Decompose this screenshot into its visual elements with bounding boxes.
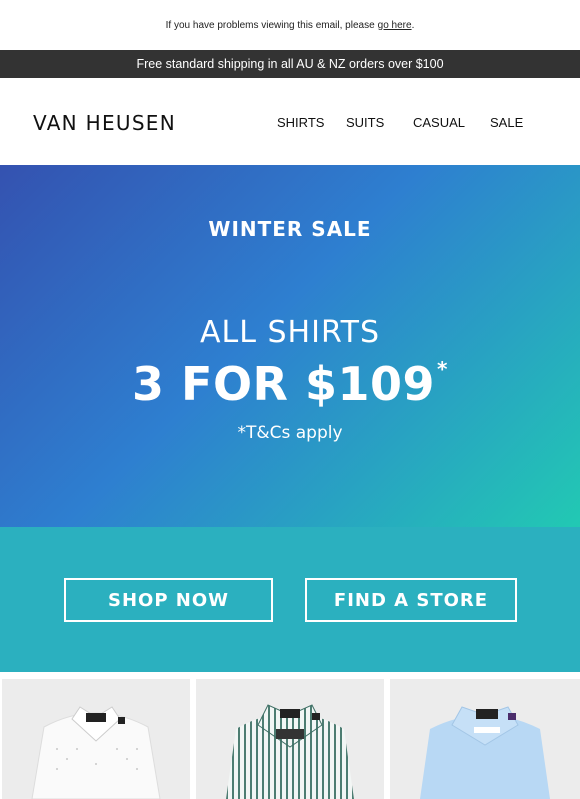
light-blue-shirt-image [420,706,550,799]
hero-kicker: WINTER SALE [208,217,372,241]
hero-offer-text: 3 FOR $109 [132,357,436,411]
brand-logo[interactable]: VAN HEUSEN [33,111,176,135]
preheader: If you have problems viewing this email,… [0,0,580,50]
nav-suits[interactable]: SUITS [346,115,384,130]
nav-sale[interactable]: SALE [490,115,523,130]
site-header: VAN HEUSEN SHIRTS SUITS CASUAL SALE [0,78,580,165]
white-dotted-shirt-image [31,706,161,799]
shipping-text: Free standard shipping in all AU & NZ or… [136,57,444,71]
product-tile-green-striped-shirt[interactable] [196,679,384,799]
hero-asterisk: * [437,357,448,381]
find-a-store-button[interactable]: FIND A STORE [305,578,517,622]
hero-banner[interactable]: WINTER SALE ALL SHIRTS 3 FOR $109 * *T&Cs… [0,165,580,527]
shipping-banner: Free standard shipping in all AU & NZ or… [0,50,580,78]
shop-now-button[interactable]: SHOP NOW [64,578,273,622]
hero-terms: *T&Cs apply [237,423,343,443]
product-row [0,672,580,799]
nav-shirts[interactable]: SHIRTS [277,115,324,130]
green-striped-shirt-image [226,704,354,799]
hero-offer: 3 FOR $109 * [0,357,580,411]
preheader-suffix: . [411,19,415,31]
preheader-text: If you have problems viewing this email,… [165,19,375,31]
nav-casual[interactable]: CASUAL [413,115,465,130]
hero-headline: ALL SHIRTS [200,315,380,350]
product-tile-white-dotted-shirt[interactable] [2,679,190,799]
view-online-link[interactable]: go here [378,20,412,31]
cta-band: SHOP NOW FIND A STORE [0,527,580,672]
product-tile-light-blue-shirt[interactable] [390,679,580,799]
